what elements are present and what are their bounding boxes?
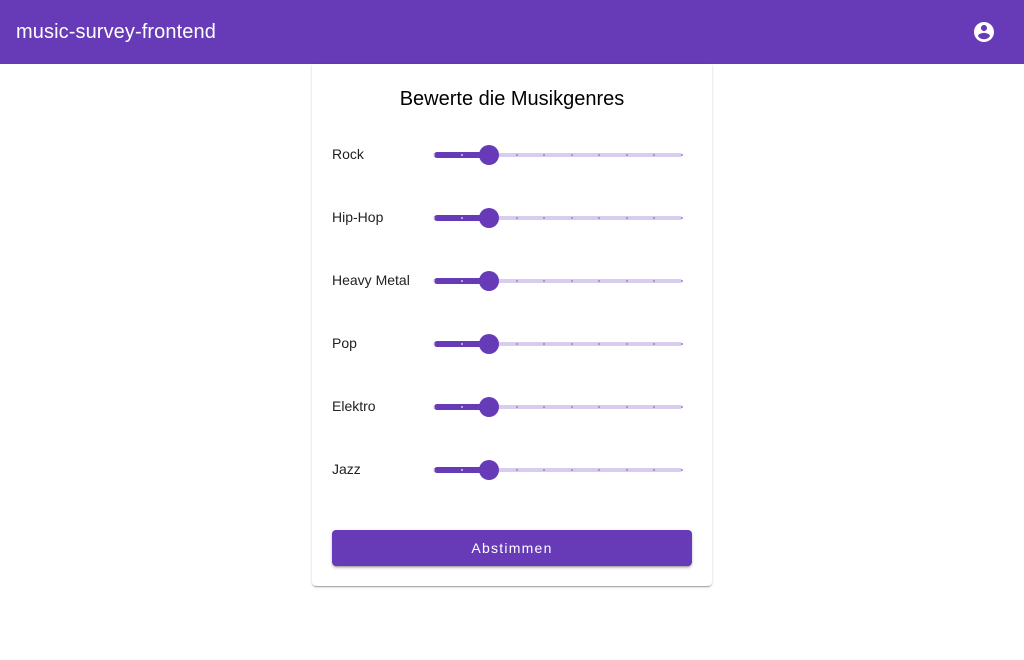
slider-tick [570,469,573,471]
slider-thumb[interactable] [479,145,500,165]
slider-tick [570,217,573,219]
elektro-slider[interactable] [433,395,683,419]
jazz-slider[interactable] [433,458,683,482]
survey-title: Bewerte die Musikgenres [399,88,625,110]
slider-tick [570,343,573,345]
genre-label: Elektro [332,398,376,414]
slider-tick [570,280,573,282]
slider-tick [625,280,628,282]
slider-tick [460,217,463,219]
slider-tick [625,217,628,219]
slider-tick [681,154,683,156]
slider-tick [515,280,518,282]
account-circle-icon [974,22,994,42]
slider-tick [515,217,518,219]
slider-tick [681,217,683,219]
hip-hop-slider[interactable] [433,206,683,230]
slider-tick [433,406,435,408]
genre-row-rock: Rock [332,140,692,170]
slider-tick [625,406,628,408]
genre-label: Heavy Metal [332,272,410,288]
genre-label: Rock [332,146,364,162]
slider-tick [433,280,435,282]
slider-tick [681,469,683,471]
heavy-metal-slider[interactable] [433,269,683,293]
slider-tick [681,343,683,345]
slider-tick [681,406,683,408]
slider-tick [681,280,683,282]
slider-thumb[interactable] [479,208,500,228]
app-title: music-survey-frontend [16,20,216,43]
slider-tick [515,406,518,408]
pop-slider[interactable] [433,332,683,356]
slider-tick [460,154,463,156]
slider-thumb[interactable] [479,334,500,354]
genre-row-hip-hop: Hip-Hop [332,203,692,233]
slider-tick [433,343,435,345]
slider-tick [433,469,435,471]
slider-thumb[interactable] [479,460,500,480]
genre-row-jazz: Jazz [332,455,692,485]
slider-tick [460,406,463,408]
slider-tick [515,343,518,345]
slider-thumb[interactable] [479,271,500,291]
genre-row-elektro: Elektro [332,392,692,422]
genre-label: Jazz [332,461,361,477]
slider-tick [433,154,435,156]
slider-tick [515,154,518,156]
genre-label: Pop [332,335,357,351]
vote-button[interactable]: Abstimmen [332,530,692,566]
slider-tick [625,469,628,471]
slider-tick [570,154,573,156]
genre-label: Hip-Hop [332,209,384,225]
rock-slider[interactable] [433,143,683,167]
slider-tick [570,406,573,408]
genre-row-heavy-metal: Heavy Metal [332,266,692,296]
slider-tick [460,280,463,282]
slider-tick [625,343,628,345]
app-toolbar: music-survey-frontend [0,0,1024,64]
slider-tick [625,154,628,156]
slider-tick [433,217,435,219]
slider-tick [460,469,463,471]
slider-tick [460,343,463,345]
account-button[interactable] [970,18,998,46]
slider-tick [515,469,518,471]
slider-thumb[interactable] [479,397,500,417]
survey-card: Bewerte die Musikgenres Rock Hip-Hop Hea… [312,64,712,586]
genre-row-pop: Pop [332,329,692,359]
